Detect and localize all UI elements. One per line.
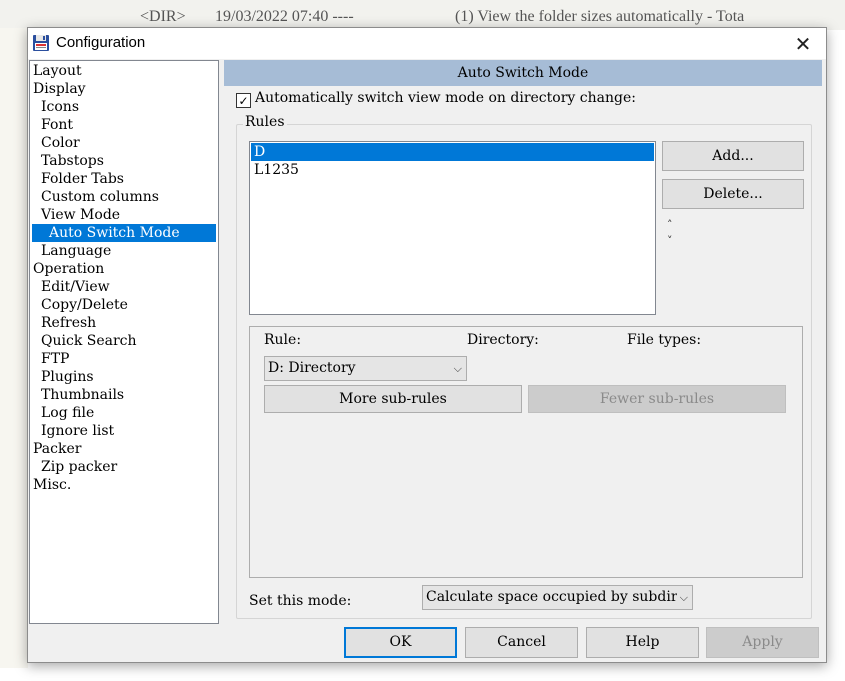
filetypes-label: File types:	[627, 332, 702, 348]
close-icon: ✕	[794, 31, 812, 56]
configuration-dialog: Configuration ✕ Layout Display Icons Font Co…	[27, 27, 827, 663]
chevron-down-icon: ⌵	[453, 362, 462, 375]
tree-item-refresh[interactable]: Refresh	[41, 314, 96, 332]
tree-item-misc[interactable]: Misc.	[33, 476, 71, 494]
tree-item-language[interactable]: Language	[41, 242, 111, 260]
rule-select-value: D: Directory	[268, 360, 356, 376]
tree-item-ftp[interactable]: FTP	[41, 350, 69, 368]
set-mode-label: Set this mode:	[249, 593, 352, 609]
tree-item-icons[interactable]: Icons	[41, 98, 79, 116]
auto-switch-label[interactable]: Automatically switch view mode on direct…	[255, 90, 636, 106]
tree-item-color[interactable]: Color	[41, 134, 80, 152]
mode-select-value: Calculate space occupied by subdir	[426, 589, 678, 605]
close-button[interactable]: ✕	[780, 28, 826, 59]
tree-item-thumbnails[interactable]: Thumbnails	[41, 386, 124, 404]
tree-item-log-file[interactable]: Log file	[41, 404, 94, 422]
tree-item-plugins[interactable]: Plugins	[41, 368, 94, 386]
tree-item-custom-columns[interactable]: Custom columns	[41, 188, 159, 206]
tree-item-quick-search[interactable]: Quick Search	[41, 332, 137, 350]
rules-listbox[interactable]: D L1235	[249, 141, 656, 315]
tree-item-layout[interactable]: Layout	[33, 62, 82, 80]
tree-item-operation[interactable]: Operation	[33, 260, 104, 278]
floppy-disk-icon	[33, 35, 49, 51]
directory-label: Directory:	[467, 332, 539, 348]
background-date-text: 19/03/2022 07:40 ----	[215, 8, 354, 25]
auto-switch-checkbox[interactable]: ✓	[236, 93, 251, 108]
tree-item-folder-tabs[interactable]: Folder Tabs	[41, 170, 124, 188]
tree-item-display[interactable]: Display	[33, 80, 86, 98]
background-window-strip: <DIR> 19/03/2022 07:40 ---- (1) View the…	[0, 0, 845, 30]
tree-item-auto-switch-mode[interactable]: Auto Switch Mode	[32, 224, 216, 242]
panel-header: Auto Switch Mode	[224, 60, 822, 86]
chevron-down-icon: ⌵	[676, 586, 688, 609]
more-subrules-button[interactable]: More sub-rules	[264, 385, 522, 413]
add-rule-button[interactable]: Add...	[662, 141, 804, 171]
check-icon: ✓	[238, 93, 249, 108]
tree-item-zip-packer[interactable]: Zip packer	[41, 458, 117, 476]
apply-button: Apply	[706, 627, 819, 658]
background-title-text: (1) View the folder sizes automatically …	[455, 8, 745, 25]
tree-item-edit-view[interactable]: Edit/View	[41, 278, 110, 296]
move-up-icon[interactable]: ˄	[667, 218, 673, 231]
tree-item-ignore-list[interactable]: Ignore list	[41, 422, 114, 440]
settings-tree[interactable]: Layout Display Icons Font Color Tabstops Folde…	[29, 60, 219, 624]
tree-item-view-mode[interactable]: View Mode	[41, 206, 120, 224]
tree-item-copy-delete[interactable]: Copy/Delete	[41, 296, 128, 314]
rule-select[interactable]: D: Directory ⌵	[264, 356, 467, 381]
tree-item-packer[interactable]: Packer	[33, 440, 81, 458]
help-button[interactable]: Help	[586, 627, 699, 658]
rule-label: Rule:	[264, 332, 302, 348]
rule-item-d[interactable]: D	[251, 143, 654, 161]
move-down-icon[interactable]: ˅	[667, 234, 673, 247]
ok-button[interactable]: OK	[344, 627, 457, 658]
delete-rule-button[interactable]: Delete...	[662, 179, 804, 209]
cancel-button[interactable]: Cancel	[465, 627, 578, 658]
background-dir-text: <DIR>	[140, 8, 186, 25]
window-title: Configuration	[56, 34, 146, 51]
rule-item-l1235[interactable]: L1235	[251, 161, 654, 179]
background-window-left	[0, 28, 28, 668]
fewer-subrules-button: Fewer sub-rules	[528, 385, 786, 413]
mode-select[interactable]: Calculate space occupied by subdir ⌵	[422, 585, 693, 610]
tree-item-tabstops[interactable]: Tabstops	[41, 152, 104, 170]
title-bar[interactable]: Configuration ✕	[28, 28, 826, 59]
rules-group-title: Rules	[243, 114, 287, 130]
tree-item-font[interactable]: Font	[41, 116, 73, 134]
